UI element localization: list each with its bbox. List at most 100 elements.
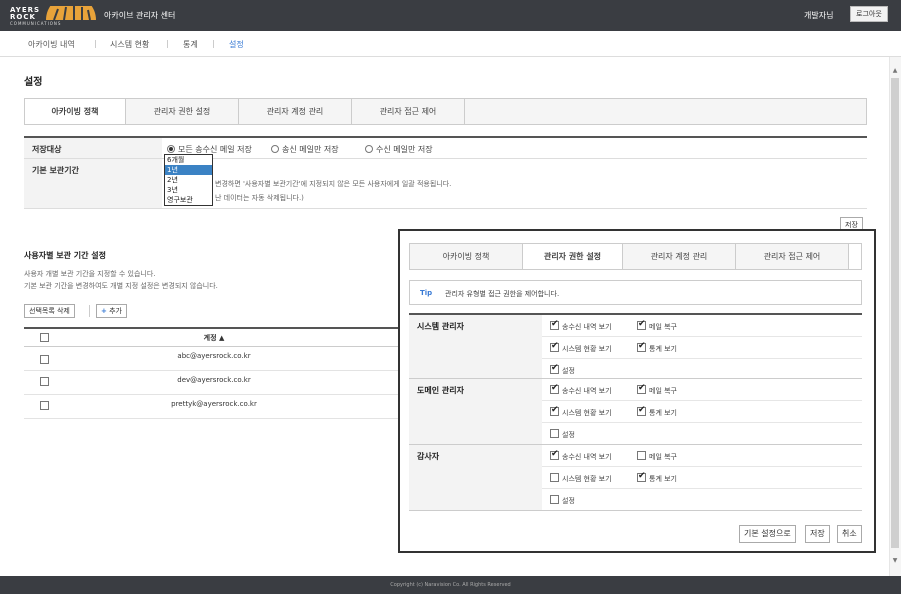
perm-mail-restore[interactable]: 메일 복구 xyxy=(637,383,677,396)
add-user-button[interactable]: + 추가 xyxy=(96,304,127,318)
option-3-years[interactable]: 3년 xyxy=(165,185,212,195)
perm-view-statistics[interactable]: 통계 보기 xyxy=(637,341,677,354)
table-row: prettyk@ayersrock.co.kr xyxy=(24,395,398,419)
checkbox-checked-icon xyxy=(637,471,646,482)
checkbox-checked-icon xyxy=(637,319,646,330)
checkbox-checked-icon xyxy=(550,383,559,394)
storage-target-label: 저장대상 xyxy=(24,138,162,158)
perm-view-mail-history[interactable]: 송수신 내역 보기 xyxy=(550,449,612,462)
tab-admin-permissions[interactable]: 관리자 권한 설정 xyxy=(126,99,239,124)
checkbox-checked-icon xyxy=(637,341,646,352)
perm-line: 시스템 현황 보기 통계 보기 xyxy=(542,337,862,359)
button-divider xyxy=(89,305,90,317)
checkbox-icon xyxy=(637,451,646,460)
perm-line: 송수신 내역 보기 메일 복구 xyxy=(542,379,862,401)
perm-group-label: 감사자 xyxy=(409,445,542,510)
checkbox-checked-icon xyxy=(550,319,559,330)
row-checkbox[interactable] xyxy=(40,377,49,386)
popup-tab-admin-permissions[interactable]: 관리자 권한 설정 xyxy=(523,244,623,269)
tip-label: Tip xyxy=(420,289,433,297)
option-6-months[interactable]: 6개월 xyxy=(165,155,212,165)
checkbox-checked-icon xyxy=(637,383,646,394)
menu-system-status[interactable]: 시스템 현황 xyxy=(110,39,149,50)
perm-mail-restore[interactable]: 메일 복구 xyxy=(637,451,677,462)
add-label: 추가 xyxy=(109,307,122,315)
row-checkbox[interactable] xyxy=(40,355,49,364)
scroll-down-icon[interactable]: ▼ xyxy=(889,556,901,566)
user-retention-desc-1: 사용자 개별 보관 기간을 지정할 수 있습니다. xyxy=(24,270,156,278)
admin-permission-popup: 아카이빙 정책 관리자 권한 설정 관리자 계정 관리 관리자 접근 제어 Ti… xyxy=(398,229,876,553)
checkbox-checked-icon xyxy=(550,363,559,374)
perm-mail-restore[interactable]: 메일 복구 xyxy=(637,319,677,332)
user-retention-desc-2: 기본 보관 기간을 변경하여도 개별 지정 설정은 변경되지 않습니다. xyxy=(24,282,218,290)
popup-cancel-button[interactable]: 취소 xyxy=(837,525,862,543)
retention-row: 기본 보관기간 변경하면 '사용자별 보관기간'에 지정되지 않은 모든 사용자… xyxy=(24,159,867,209)
logo-sun-icon xyxy=(46,6,96,20)
tab-admin-access-control[interactable]: 관리자 접근 제어 xyxy=(352,99,465,124)
option-permanent[interactable]: 영구보관 xyxy=(165,195,212,205)
retention-period-dropdown[interactable]: 6개월 1년 2년 3년 영구보관 xyxy=(164,154,213,206)
column-account[interactable]: 계정 ▲ xyxy=(124,333,304,343)
perm-line: 송수신 내역 보기 메일 복구 xyxy=(542,445,862,467)
checkbox-icon xyxy=(550,429,559,438)
radio-icon xyxy=(365,145,373,153)
row-email: dev@ayersrock.co.kr xyxy=(177,376,251,384)
perm-settings[interactable]: 설정 xyxy=(550,495,575,506)
perm-view-mail-history[interactable]: 송수신 내역 보기 xyxy=(550,383,612,396)
radio-received-only[interactable]: 수신 메일만 저장 xyxy=(365,144,433,155)
menu-divider xyxy=(167,40,168,48)
perm-line: 시스템 현황 보기 통계 보기 xyxy=(542,467,862,489)
table-row: abc@ayersrock.co.kr xyxy=(24,347,398,371)
menu-settings[interactable]: 설정 xyxy=(229,39,244,50)
checkbox-checked-icon xyxy=(637,405,646,416)
perm-view-system-status[interactable]: 시스템 현황 보기 xyxy=(550,473,612,484)
perm-view-system-status[interactable]: 시스템 현황 보기 xyxy=(550,341,612,354)
plus-icon: + xyxy=(101,307,107,315)
logo-subtext: COMMUNICATIONS xyxy=(10,21,62,26)
row-checkbox[interactable] xyxy=(40,401,49,410)
row-email: prettyk@ayersrock.co.kr xyxy=(171,400,257,408)
perm-settings[interactable]: 설정 xyxy=(550,363,575,376)
radio-sent-only[interactable]: 송신 메일만 저장 xyxy=(271,144,339,155)
delete-selected-button[interactable]: 선택목록 삭제 xyxy=(24,304,75,318)
user-retention-title: 사용자별 보관 기간 설정 xyxy=(24,251,106,260)
perm-group-domain-admin: 도메인 관리자 송수신 내역 보기 메일 복구 시스템 현황 보기 통계 보기 … xyxy=(409,379,862,445)
scrollbar-thumb[interactable] xyxy=(891,78,899,548)
page-title: 설정 xyxy=(24,77,43,88)
tab-admin-accounts[interactable]: 관리자 계정 관리 xyxy=(239,99,352,124)
select-all-checkbox[interactable] xyxy=(40,333,49,342)
storage-target-row: 저장대상 모든 송수신 메일 저장 송신 메일만 저장 수신 메일만 저장 xyxy=(24,136,867,159)
popup-tabs: 아카이빙 정책 관리자 권한 설정 관리자 계정 관리 관리자 접근 제어 xyxy=(409,243,862,270)
perm-group-label: 시스템 관리자 xyxy=(409,315,542,378)
user-name: 개발자님 xyxy=(804,11,834,20)
logout-button[interactable]: 로그아웃 xyxy=(850,6,888,22)
popup-tab-admin-accounts[interactable]: 관리자 계정 관리 xyxy=(623,244,736,269)
tab-archiving-policy[interactable]: 아카이빙 정책 xyxy=(25,99,126,124)
perm-line: 송수신 내역 보기 메일 복구 xyxy=(542,315,862,337)
checkbox-checked-icon xyxy=(550,449,559,460)
perm-group-label: 도메인 관리자 xyxy=(409,379,542,444)
table-header: 계정 ▲ xyxy=(24,327,398,347)
popup-tab-admin-access-control[interactable]: 관리자 접근 제어 xyxy=(736,244,849,269)
perm-line: 설정 xyxy=(542,423,862,445)
menu-archive-history[interactable]: 아카이빙 내역 xyxy=(28,39,75,50)
option-1-year[interactable]: 1년 xyxy=(165,165,212,175)
perm-group-system-admin: 시스템 관리자 송수신 내역 보기 메일 복구 시스템 현황 보기 통계 보기 … xyxy=(409,313,862,379)
perm-settings[interactable]: 설정 xyxy=(550,429,575,440)
company-logo[interactable]: AYERS ROCK COMMUNICATIONS xyxy=(10,6,96,26)
checkbox-checked-icon xyxy=(550,341,559,352)
perm-view-statistics[interactable]: 통계 보기 xyxy=(637,471,677,484)
reset-default-button[interactable]: 기본 설정으로 xyxy=(739,525,796,543)
popup-tab-archiving-policy[interactable]: 아카이빙 정책 xyxy=(410,244,523,269)
option-2-years[interactable]: 2년 xyxy=(165,175,212,185)
perm-view-statistics[interactable]: 통계 보기 xyxy=(637,405,677,418)
tip-text: 관리자 유형별 접근 권한을 제어합니다. xyxy=(445,290,560,298)
perm-view-system-status[interactable]: 시스템 현황 보기 xyxy=(550,405,612,418)
menu-statistics[interactable]: 통계 xyxy=(183,39,198,50)
popup-save-button[interactable]: 저장 xyxy=(805,525,830,543)
scroll-up-icon[interactable]: ▲ xyxy=(889,66,901,76)
perm-line: 설정 xyxy=(542,359,862,381)
retention-hint-1: 변경하면 '사용자별 보관기간'에 지정되지 않은 모든 사용자에게 일괄 적용… xyxy=(215,180,452,188)
perm-view-mail-history[interactable]: 송수신 내역 보기 xyxy=(550,319,612,332)
row-email: abc@ayersrock.co.kr xyxy=(177,352,251,360)
